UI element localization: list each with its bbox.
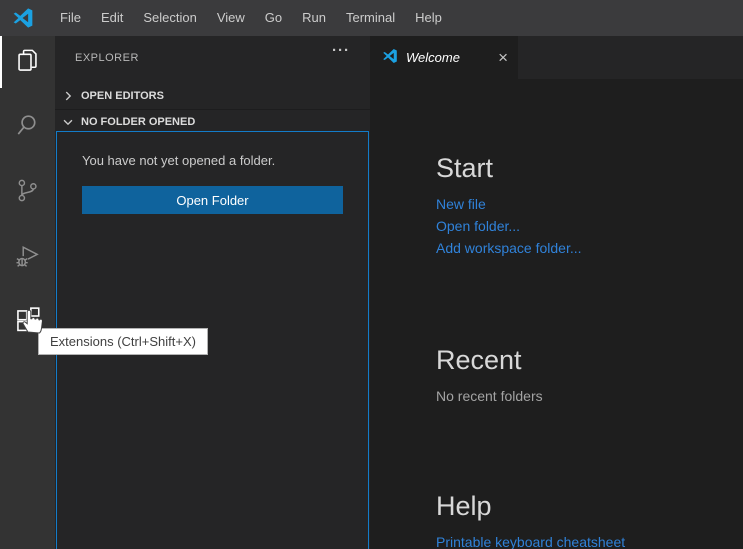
menu-file[interactable]: File: [50, 0, 91, 36]
help-heading: Help: [436, 491, 492, 521]
tab-welcome[interactable]: Welcome ×: [370, 36, 518, 79]
activity-item-explorer[interactable]: [0, 36, 55, 88]
activity-bar: [0, 36, 55, 549]
keyboard-cheatsheet-link[interactable]: Printable keyboard cheatsheet: [436, 531, 625, 549]
sidebar-title: EXPLORER: [75, 52, 139, 64]
menu-help[interactable]: Help: [405, 0, 452, 36]
tab-label: Welcome: [406, 50, 460, 65]
menu-selection[interactable]: Selection: [133, 0, 206, 36]
no-folder-message: You have not yet opened a folder.: [82, 153, 276, 168]
new-file-link[interactable]: New file: [436, 193, 582, 215]
workbench: EXPLORER ··· OPEN EDITORS NO FOLDER OPEN…: [0, 36, 743, 549]
activity-item-source-control[interactable]: [0, 166, 55, 218]
chevron-right-icon: [61, 89, 75, 103]
open-folder-link[interactable]: Open folder...: [436, 215, 582, 237]
vscode-window: File Edit Selection View Go Run Terminal…: [0, 0, 743, 549]
welcome-page: Start New file Open folder... Add worksp…: [370, 79, 743, 549]
activity-item-search[interactable]: [0, 101, 55, 153]
run-debug-icon: [14, 242, 41, 272]
activity-item-run-debug[interactable]: [0, 231, 55, 283]
source-control-icon: [14, 177, 41, 207]
extensions-icon: [14, 307, 41, 337]
explorer-sidebar: EXPLORER ··· OPEN EDITORS NO FOLDER OPEN…: [55, 36, 370, 549]
no-recent-folders-text: No recent folders: [436, 388, 543, 404]
open-folder-button[interactable]: Open Folder: [82, 186, 343, 214]
menu-go[interactable]: Go: [255, 0, 292, 36]
vscode-logo-icon: [12, 7, 34, 29]
search-icon: [14, 112, 41, 142]
section-header-open-editors[interactable]: OPEN EDITORS: [55, 85, 370, 107]
extensions-tooltip: Extensions (Ctrl+Shift+X): [38, 328, 208, 355]
menu-edit[interactable]: Edit: [91, 0, 133, 36]
recent-heading: Recent: [436, 345, 522, 375]
start-heading: Start: [436, 153, 494, 183]
add-workspace-folder-link[interactable]: Add workspace folder...: [436, 237, 582, 259]
menu-view[interactable]: View: [207, 0, 255, 36]
start-section: Start New file Open folder... Add worksp…: [436, 153, 582, 259]
recent-section: Recent No recent folders: [436, 345, 543, 407]
vscode-logo-icon: [382, 48, 398, 67]
title-bar: File Edit Selection View Go Run Terminal…: [0, 0, 743, 36]
menu-terminal[interactable]: Terminal: [336, 0, 405, 36]
section-label: OPEN EDITORS: [81, 90, 164, 102]
files-icon: [16, 47, 41, 77]
chevron-down-icon: [61, 115, 75, 129]
close-icon[interactable]: ×: [498, 49, 508, 66]
section-label: NO FOLDER OPENED: [81, 115, 196, 128]
editor-group: Welcome × Start New file Open folder... …: [370, 36, 743, 549]
more-actions-icon[interactable]: ···: [332, 42, 350, 59]
section-header-no-folder-opened[interactable]: NO FOLDER OPENED: [55, 109, 370, 133]
tab-bar: Welcome ×: [370, 36, 743, 79]
menu-run[interactable]: Run: [292, 0, 336, 36]
help-section: Help Printable keyboard cheatsheet: [436, 491, 625, 549]
